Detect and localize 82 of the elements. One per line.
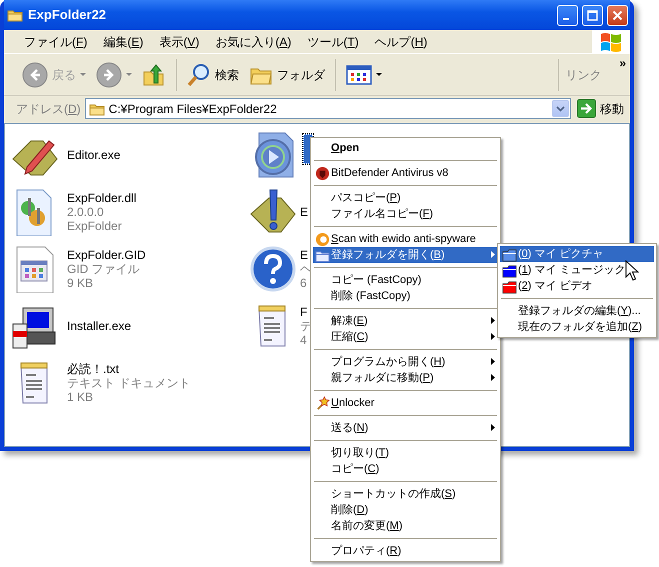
menu-item[interactable]: (0) マイ ピクチャ [500,246,654,262]
file-detail: 1 KB [67,390,94,404]
links-label: リンク [565,66,602,84]
menu-item[interactable]: Scan with ewido anti-spyware [313,231,498,247]
caret-icon [376,73,382,76]
minimize-icon [563,18,569,20]
menu-item[interactable]: 削除(D) [313,502,498,518]
go-button[interactable]: 移動 [575,99,626,118]
view-grid-icon [346,64,372,84]
maximize-button[interactable] [582,4,603,26]
menu-item[interactable]: ショートカットの作成(S) [313,486,498,502]
menu-item[interactable]: 現在のフォルダを追加(Z) [500,319,654,335]
menu-item[interactable]: コピー(C) [313,461,498,477]
menu-item[interactable]: プログラムから開く(H) [313,354,498,370]
menu-item[interactable]: パスコピー(P) [313,190,498,206]
file-name: 必読！.txt [67,362,120,376]
ring-icon [315,232,330,247]
search-button[interactable]: 検索 [183,60,243,90]
file-detail: 6 [300,276,308,290]
file-detail: テキスト ドキュメント [67,376,190,390]
chevron-down-icon [556,106,565,112]
caret-icon [126,73,132,76]
more-links-button[interactable]: » [615,54,630,72]
search-icon [187,62,211,86]
magic-wand-icon [315,396,330,411]
dropdown-button[interactable] [552,100,569,117]
submenu-arrow-icon [491,317,495,324]
menu-item[interactable]: 削除 (FastCopy) [313,288,498,304]
shield-icon [315,166,330,181]
menu-item[interactable]: 親フォルダに移動(P) [313,370,498,386]
menu-item[interactable]: プロパティ(R) [313,543,498,559]
menu-item[interactable]: ファイル名コピー(F) [313,206,498,222]
folder-up-arrow-icon [142,62,166,86]
submenu-arrow-icon [491,374,495,381]
submenu-arrow-icon [491,424,495,431]
menu-item[interactable]: 登録フォルダを開く(B) [313,247,498,263]
file-detail: テ [300,318,312,332]
menu-item[interactable]: ヘルプ(H) [366,32,436,50]
file-name: ExpFolder.dll [67,190,136,204]
caret-icon [80,73,86,76]
menu-item[interactable]: BitDefender Antivirus v8 [313,165,498,181]
window-title: ExpFolder22 [28,6,106,24]
file-name: F [300,304,308,318]
file-name: ExpFolder.GID [67,248,146,262]
submenu-arrow-icon [491,251,495,258]
menu-item[interactable]: (2) マイ ビデオ [500,278,654,294]
menu-item[interactable]: 圧縮(C) [313,329,498,345]
menu-item[interactable]: (1) マイ ミュージック [500,262,654,278]
file-detail: ExpFolder [67,218,123,232]
file-name: Installer.exe [67,318,132,332]
menu-item[interactable]: 登録フォルダの編集(Y)... [500,303,654,319]
file-name: E [300,248,310,262]
folders-button[interactable]: フォルダ [245,60,329,90]
file-name: Editor.exe [67,148,120,162]
windows-logo-icon [599,30,623,52]
menu-item[interactable]: お気に入り(A) [207,32,300,50]
file-detail: 2.0.0.0 [67,204,105,218]
menu-item[interactable]: 切り取り(T) [313,445,498,461]
file-detail: GID ファイル [67,262,141,276]
close-icon [612,10,623,20]
address-input[interactable]: C:¥Program Files¥ExpFolder22 [108,100,548,118]
file-detail: 9 KB [67,276,94,290]
menu-item[interactable]: 表示(V) [151,32,208,50]
close-button[interactable] [607,4,628,26]
file-name: E [300,204,308,218]
menu-item[interactable]: ファイル(F) [16,32,96,50]
menu-item[interactable]: Unlocker [313,395,498,411]
submenu-arrow-icon [491,333,495,340]
file-detail: 4 [300,332,308,346]
menu-item[interactable]: 解凍(E) [313,313,498,329]
menu-item[interactable]: Open [313,140,498,156]
maximize-icon [587,10,598,20]
menu-item[interactable]: コピー (FastCopy) [313,272,498,288]
menu-item[interactable]: 名前の変更(M) [313,518,498,534]
menu-item[interactable]: 編集(E) [95,32,152,50]
menu-item[interactable]: ツール(T) [299,32,367,50]
address-label: アドレス(D) [16,100,81,118]
submenu-arrow-icon [491,358,495,365]
mouse-pointer-icon [625,260,639,282]
menu-item[interactable]: 送る(N) [313,420,498,436]
minimize-button[interactable] [557,4,578,26]
address-bar-field[interactable]: C:¥Program Files¥ExpFolder22 [84,98,571,119]
